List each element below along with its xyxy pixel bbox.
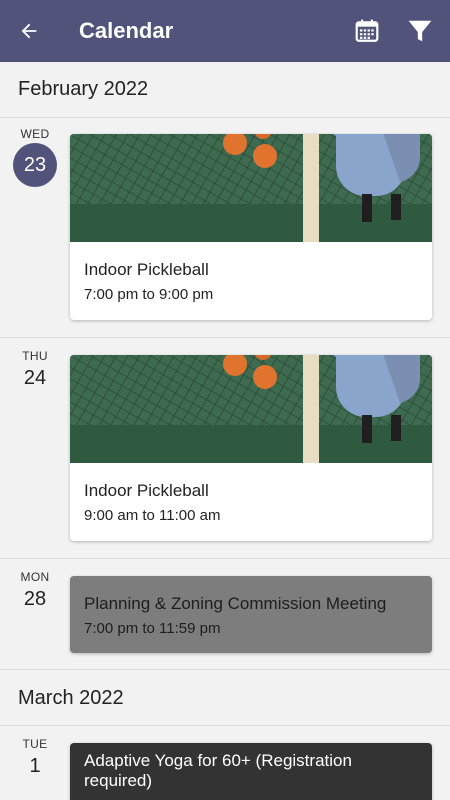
day-label: TUE 1	[0, 737, 70, 778]
event-card[interactable]: Planning & Zoning Commission Meeting 7:0…	[70, 576, 432, 653]
event-card[interactable]: Indoor Pickleball 9:00 am to 11:00 am	[70, 355, 432, 541]
calendar-list[interactable]: February 2022 WED 23 Indoor Pickleball 7…	[0, 62, 450, 800]
day-of-week: MON	[20, 570, 50, 584]
day-label: WED 23	[0, 127, 70, 187]
event-time: 7:00 pm to 11:59 pm	[84, 620, 221, 637]
page-title: Calendar	[79, 18, 174, 43]
event-time: 9:00 am to 11:00 am	[84, 507, 221, 524]
divider	[0, 117, 450, 118]
filter-button[interactable]	[404, 16, 436, 46]
month-header: February 2022	[18, 78, 149, 100]
calendar-view-button[interactable]	[352, 16, 382, 46]
day-label: THU 24	[0, 349, 70, 390]
app-bar: Calendar	[0, 0, 450, 62]
pickleball-image	[70, 134, 432, 242]
divider	[0, 558, 450, 559]
pickleball-image	[70, 355, 432, 463]
divider	[0, 669, 450, 670]
event-time: 7:00 pm to 9:00 pm	[84, 286, 214, 303]
day-of-week: THU	[22, 349, 48, 363]
day-number: 24	[23, 367, 47, 389]
event-title: Indoor Pickleball	[84, 260, 209, 279]
event-title: Adaptive Yoga for 60+ (Registration requ…	[84, 751, 352, 790]
divider	[0, 725, 450, 726]
event-title: Planning & Zoning Commission Meeting	[84, 594, 387, 613]
month-header: March 2022	[18, 687, 124, 709]
calendar-icon	[355, 19, 379, 42]
day-of-week: WED	[20, 127, 50, 141]
day-number: 28	[23, 588, 47, 610]
divider	[0, 337, 450, 338]
day-number-today: 23	[13, 143, 57, 187]
arrow-left-icon	[21, 23, 37, 39]
day-label: MON 28	[0, 570, 70, 611]
filter-icon	[408, 20, 432, 42]
day-number: 1	[29, 755, 41, 777]
event-card[interactable]: Adaptive Yoga for 60+ (Registration requ…	[70, 743, 432, 800]
event-title: Indoor Pickleball	[84, 481, 209, 500]
back-button[interactable]	[14, 16, 44, 46]
event-card[interactable]: Indoor Pickleball 7:00 pm to 9:00 pm	[70, 134, 432, 320]
day-of-week: TUE	[22, 737, 48, 751]
